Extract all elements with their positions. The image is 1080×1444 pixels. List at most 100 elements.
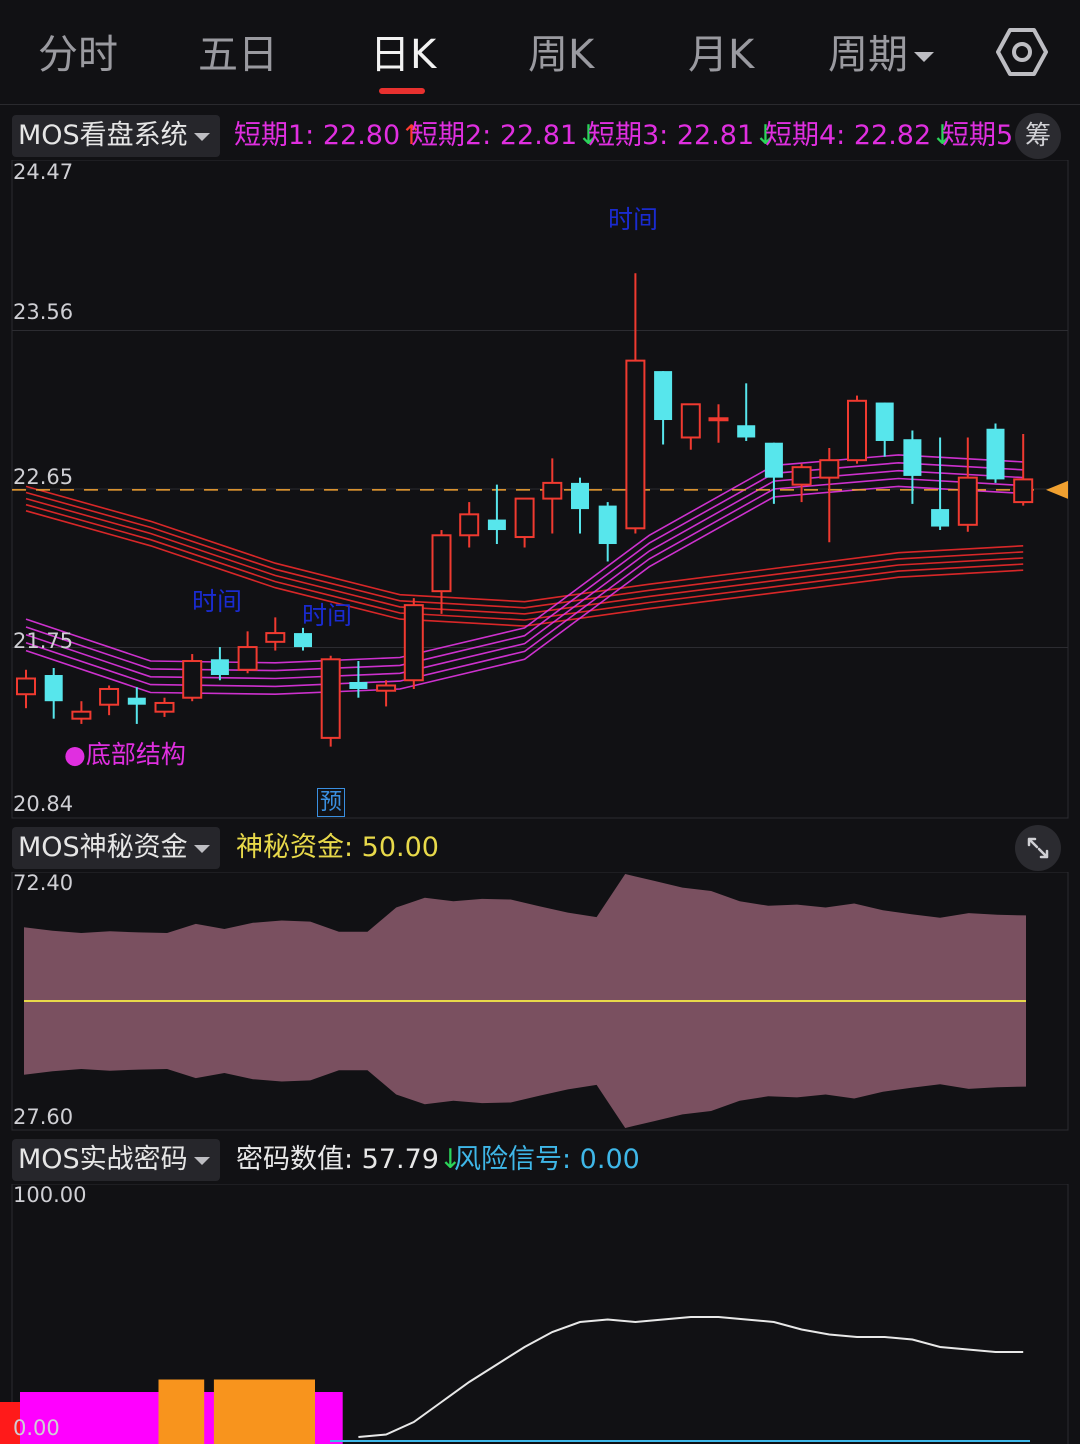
candle-body-down [349,681,368,689]
ma-ribbon-line [25,461,1024,672]
candle-body-up [680,403,701,439]
ma-readout-value: 短期2: 22.81 [411,120,578,151]
code-panel-header: MOS实战密码 密码数值: 57.79↓ 风险信号: 0.00 [0,1135,1080,1185]
risk-signal-readout: 风险信号: 0.00 [454,1144,640,1175]
tab-period-dropdown[interactable]: 周期 [828,22,934,80]
ma-readout-value: 短期4: 22.82 [765,120,932,151]
tab-intraday[interactable]: 分时 [38,22,118,80]
candle-body-down [737,425,756,438]
ma-readout-value: 短期3: 22.81 [588,120,755,151]
ma-readout-3: 短期3: 22.81↓ [588,119,777,153]
code-value-line [358,1316,1024,1438]
expand-icon[interactable] [1015,825,1061,871]
tab-period-label: 周期 [828,32,908,78]
time-annotation-peak: 时间 [608,205,659,234]
code-indicator-name: MOS实战密码 [18,1144,188,1175]
forecast-marker[interactable]: 预 [317,788,346,817]
candle-body-up [1013,478,1034,504]
y-axis-label-bottom: 20.84 [13,792,74,816]
candle-body-down [931,509,950,527]
fund-y-label-bottom: 27.60 [13,1105,74,1129]
time-annotation-mid: 时间 [302,601,353,630]
candle-body-up [459,513,480,537]
tab-five-day[interactable]: 五日 [198,22,278,80]
fund-readout: 神秘资金: 50.00 [236,832,439,863]
code-chart[interactable] [0,1184,1080,1444]
active-tab-indicator [379,88,425,94]
ma-readout-5: 短期5 [942,119,1013,153]
ma-readout-4: 短期4: 22.82↓ [765,119,954,153]
signal-bar [158,1379,205,1444]
candle-body-down [654,371,673,421]
ma-readout-2: 短期2: 22.81↓ [411,119,600,153]
y-axis-label-4: 21.75 [13,629,74,653]
candle-body-up [237,646,258,671]
ma-readout-value: 短期5 [942,120,1014,151]
chevron-down-icon [193,132,210,141]
tab-monthly-k[interactable]: 月K [688,22,754,80]
ma-ribbon-line [25,454,1024,664]
fund-indicator-selector[interactable]: MOS神秘资金 [12,827,220,869]
period-tab-bar: 分时 五日 日K 周K 月K 周期 [0,0,1080,105]
fund-panel-header: MOS神秘资金 神秘资金: 50.00 [0,823,1080,873]
chevron-down-icon [914,52,934,62]
candle-body-up [320,658,341,739]
candle-body-up [376,684,397,692]
candle-body-up [265,632,286,643]
candle-body-up [957,476,978,526]
candle-body-down [44,675,63,702]
candle-body-down [210,659,229,676]
candle-body-down [764,442,783,478]
mystery-fund-chart[interactable] [0,872,1080,1132]
candle-body-down [875,402,894,441]
candle-body-down [487,519,506,531]
candle-body-up [542,481,563,500]
code-value-readout: 密码数值: 57.79↓ [236,1143,462,1177]
candle-body-up [182,660,203,699]
code-value-text: 密码数值: 57.79 [236,1144,439,1175]
candle-body-down [571,482,589,510]
candle-body-down [903,439,922,476]
candle-body-down [986,428,1005,480]
candle-body-up [791,466,812,486]
y-axis-label-2: 23.56 [13,300,74,324]
ma-readout-1: 短期1: 22.80↑ [234,119,423,153]
bottom-structure-label: ●底部结构 [64,740,186,769]
candle-body-up [847,399,867,462]
fund-y-label-top: 72.40 [13,871,74,895]
candle-body-down [127,697,146,705]
candle-body-down [294,633,312,648]
candle-body-up [625,359,646,530]
price-pointer-icon [1046,480,1068,499]
y-axis-label-3: 22.65 [13,465,74,489]
candle-body-up [154,701,175,713]
time-annotation-left: 时间 [192,587,243,616]
candlestick-chart[interactable] [0,160,1080,820]
candle-body-up [71,710,92,720]
tab-daily-k[interactable]: 日K [370,22,436,80]
signal-bar [213,1379,315,1444]
ma-readout-value: 短期1: 22.80 [234,120,401,151]
tab-weekly-k[interactable]: 周K [528,22,594,80]
y-axis-label-top: 24.47 [13,160,74,184]
candle-body-up [431,534,452,593]
code-y-label-bottom: 0.00 [13,1416,60,1440]
code-y-label-top: 100.00 [13,1183,87,1207]
candle-body-up [514,497,535,539]
candle-body-up [819,459,840,479]
main-panel-header: MOS看盘系统 短期1: 22.80↑ 短期2: 22.81↓ 短期3: 22.81… [0,111,1080,161]
chevron-down-icon [193,844,210,853]
expand-arrows-icon [1027,837,1049,859]
settings-gear-icon[interactable] [996,26,1048,78]
candle-body-up [708,417,729,422]
main-indicator-selector[interactable]: MOS看盘系统 [12,115,220,157]
chip-distribution-button[interactable]: 筹 [1015,113,1061,159]
candle-body-down [598,505,617,545]
main-indicator-name: MOS看盘系统 [18,120,188,151]
candle-body-up [16,677,36,696]
code-indicator-selector[interactable]: MOS实战密码 [12,1139,220,1181]
candle-body-up [403,604,424,682]
chevron-down-icon [193,1156,210,1165]
candle-body-up [99,687,120,706]
fund-indicator-name: MOS神秘资金 [18,832,188,863]
